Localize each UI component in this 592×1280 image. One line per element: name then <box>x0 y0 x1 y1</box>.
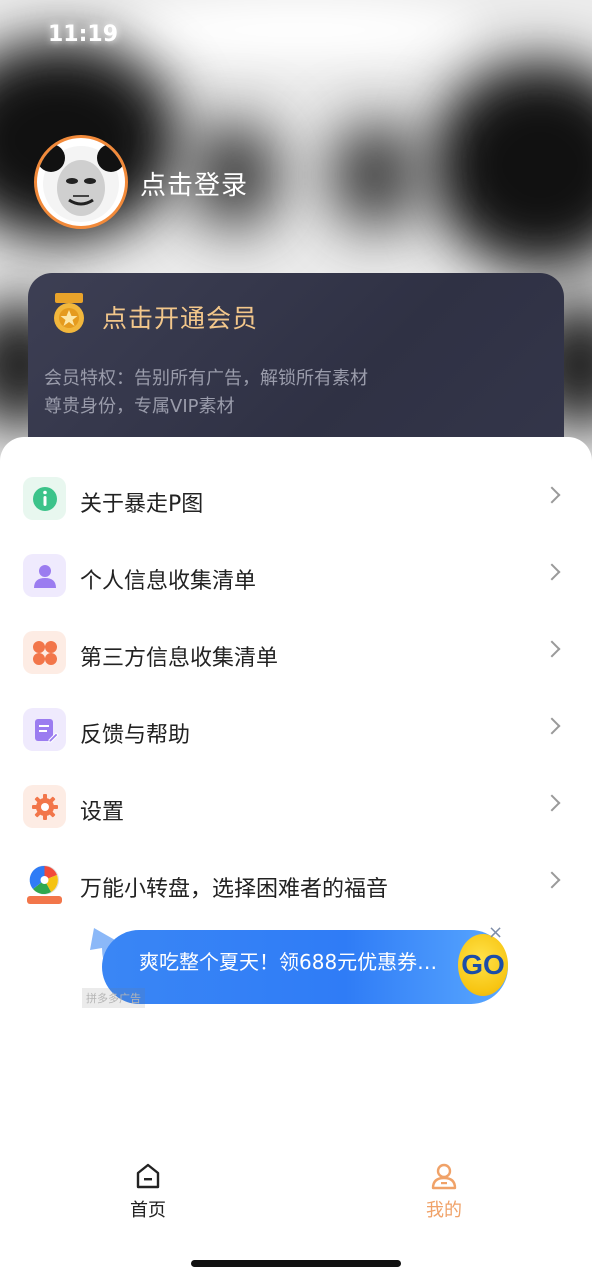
person-icon <box>23 554 66 597</box>
document-edit-icon <box>23 708 66 751</box>
menu-item-personal-info[interactable]: 个人信息收集清单 <box>0 537 592 614</box>
menu-item-feedback[interactable]: 反馈与帮助 <box>0 691 592 768</box>
go-button[interactable]: GO <box>458 934 508 996</box>
chevron-right-icon <box>543 871 561 889</box>
ad-tag: 拼多多广告 <box>82 988 145 1008</box>
menu-label: 万能小转盘，选择困难者的福音 <box>80 877 389 902</box>
user-icon <box>431 1163 457 1190</box>
grid-icon <box>23 631 66 674</box>
tab-home-label: 首页 <box>130 1200 166 1221</box>
ad-banner[interactable]: 爽吃整个夏天！领688元优惠券… GO × 拼多多广告 <box>82 922 512 1010</box>
vip-title: 点击开通会员 <box>102 304 259 333</box>
chevron-right-icon <box>543 794 561 812</box>
vip-description: 会员特权：告别所有广告，解锁所有素材 尊贵身份，专属VIP素材 <box>44 365 368 421</box>
menu-label: 个人信息收集清单 <box>80 569 257 594</box>
chevron-right-icon <box>543 717 561 735</box>
vip-desc-line-2: 尊贵身份，专属VIP素材 <box>44 396 235 417</box>
close-icon[interactable]: × <box>488 922 503 943</box>
menu-label: 第三方信息收集清单 <box>80 646 279 671</box>
menu-label: 关于暴走P图 <box>80 492 204 517</box>
status-time: 11:19 <box>48 22 119 47</box>
chevron-right-icon <box>543 640 561 658</box>
chevron-right-icon <box>543 486 561 504</box>
chevron-right-icon <box>543 563 561 581</box>
avatar[interactable] <box>34 135 128 229</box>
login-link[interactable]: 点击登录 <box>140 165 248 202</box>
tab-mine-label: 我的 <box>426 1200 462 1221</box>
info-icon <box>23 477 66 520</box>
tab-home[interactable]: 首页 <box>98 1162 198 1222</box>
gear-icon <box>23 785 66 828</box>
menu-item-about[interactable]: 关于暴走P图 <box>0 460 592 537</box>
menu-item-settings[interactable]: 设置 <box>0 768 592 845</box>
vip-desc-line-1: 会员特权：告别所有广告，解锁所有素材 <box>44 368 368 389</box>
menu-item-spinner-wheel[interactable]: 万能小转盘，选择困难者的福音 <box>0 845 592 922</box>
menu-label: 设置 <box>80 800 125 825</box>
medal-icon <box>54 293 84 333</box>
tab-mine[interactable]: 我的 <box>394 1162 494 1222</box>
home-icon <box>136 1163 160 1189</box>
vip-card[interactable]: 点击开通会员 会员特权：告别所有广告，解锁所有素材 尊贵身份，专属VIP素材 <box>28 273 564 463</box>
ad-text[interactable]: 爽吃整个夏天！领688元优惠券… <box>139 946 437 975</box>
home-indicator <box>191 1260 401 1267</box>
spinner-wheel-icon <box>23 862 66 905</box>
menu-item-third-party-info[interactable]: 第三方信息收集清单 <box>0 614 592 691</box>
menu-label: 反馈与帮助 <box>80 723 191 748</box>
